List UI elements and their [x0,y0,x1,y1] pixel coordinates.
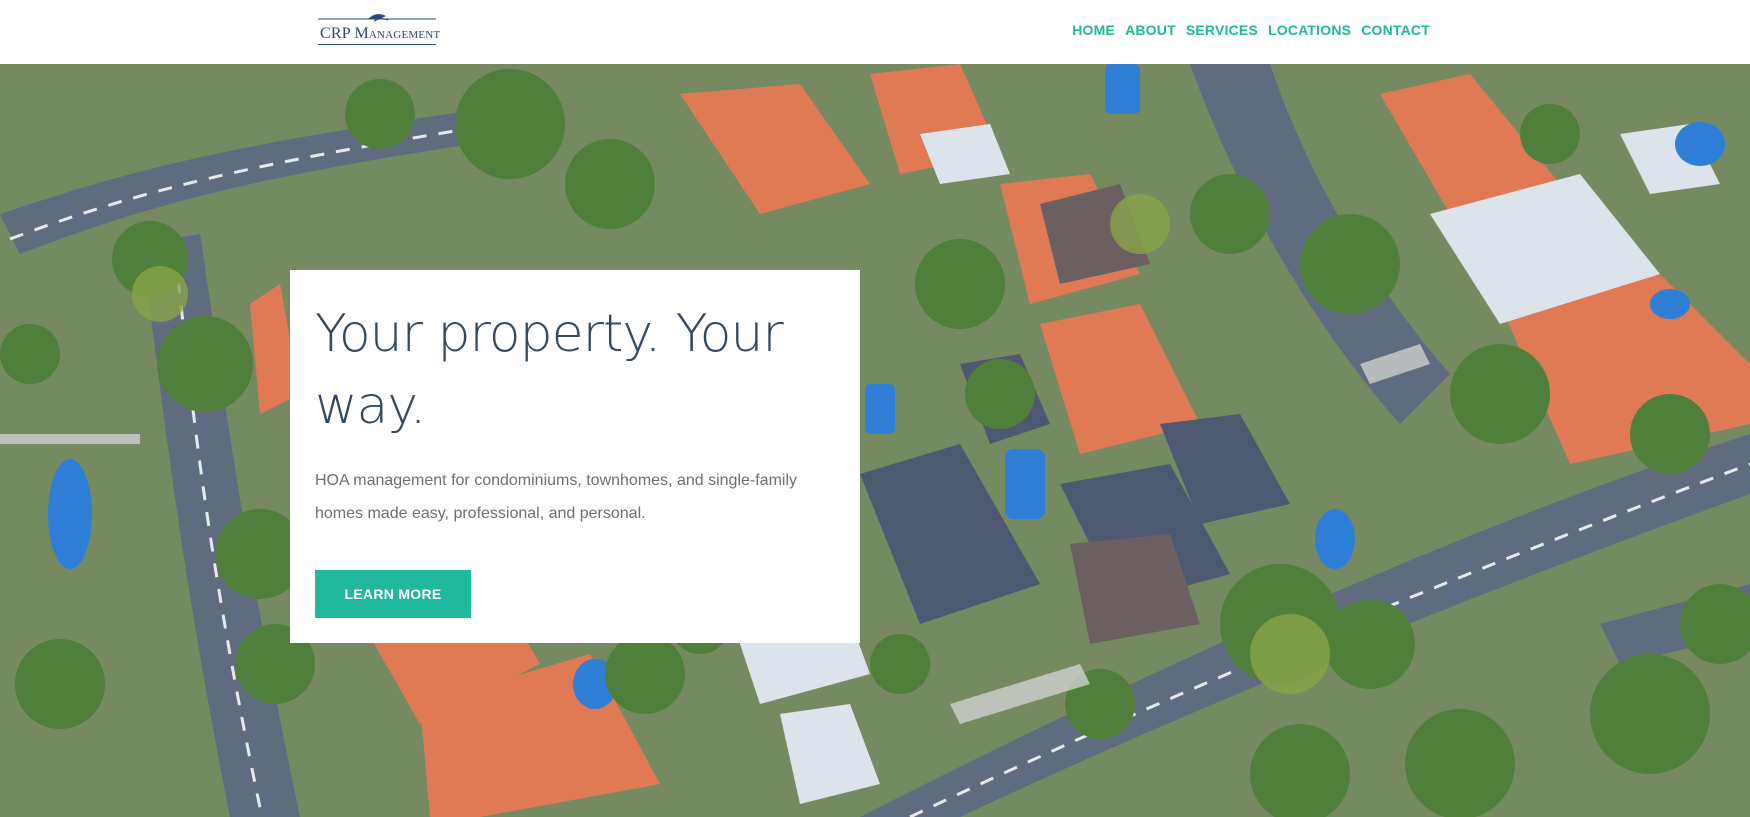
site-header: CRP Management HOME ABOUT SERVICES LOCAT… [0,0,1750,64]
hero-description: HOA management for condominiums, townhom… [315,472,797,522]
main-nav: HOME ABOUT SERVICES LOCATIONS CONTACT [1062,22,1430,38]
nav-home[interactable]: HOME [1072,22,1115,38]
hero-background-image [0,64,1750,817]
hero-title: Your property. Your way. [315,304,784,436]
logo-underline [318,44,436,45]
logo-link[interactable]: CRP Management [318,10,441,46]
nav-locations[interactable]: LOCATIONS [1268,22,1351,38]
nav-about[interactable]: ABOUT [1125,22,1176,38]
nav-contact[interactable]: CONTACT [1361,22,1430,38]
nav-services[interactable]: SERVICES [1186,22,1258,38]
learn-more-button[interactable]: LEARN MORE [315,570,471,618]
logo-text: CRP Management [320,25,441,42]
hero-section: Your property. Your way. HOA management … [0,64,1750,817]
hero-card: Your property. Your way. HOA management … [290,270,860,643]
